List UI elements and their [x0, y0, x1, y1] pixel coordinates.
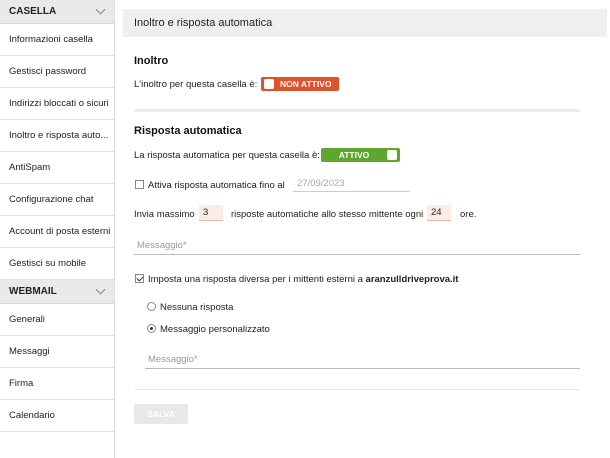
sidebar-item-calendario[interactable]: Calendario: [0, 400, 114, 432]
sidebar-item-generali[interactable]: Generali: [0, 304, 114, 336]
custom-message-label: Messaggio personalizzato: [160, 324, 270, 335]
sidebar-item-inoltro-risposta[interactable]: Inoltro e risposta auto...: [0, 120, 114, 152]
external-senders-checkbox[interactable]: [135, 274, 144, 283]
section-webmail[interactable]: WEBMAIL: [0, 280, 114, 304]
max-replies-field[interactable]: 3: [199, 205, 223, 221]
sidebar-item-label: Informazioni casella: [9, 34, 93, 45]
sidebar-item-label: Account di posta esterni: [9, 226, 111, 237]
sidebar-item-gestisci-password[interactable]: Gestisci password: [0, 56, 114, 88]
sidebar-item-label: Inoltro e risposta auto...: [9, 130, 109, 141]
sidebar-item-label: Firma: [9, 378, 34, 389]
autoreply-until-date-field[interactable]: 27/09/2023: [293, 177, 410, 192]
message-placeholder: Messaggio*: [137, 240, 187, 251]
date-placeholder: 27/09/2023: [297, 178, 345, 189]
sidebar-item-label: Indirizzi bloccati o sicuri: [9, 98, 109, 109]
section-webmail-title: WEBMAIL: [9, 286, 57, 297]
autoreply-status-label: La risposta automatica per questa casell…: [134, 150, 320, 161]
radio-custom-message[interactable]: [147, 324, 156, 333]
forward-heading: Inoltro: [134, 55, 169, 67]
max-replies-value: 3: [203, 207, 209, 218]
external-senders-text: Imposta una risposta diversa per i mitte…: [148, 274, 363, 285]
hours-field[interactable]: 24: [427, 205, 451, 221]
sidebar-item-label: Gestisci password: [9, 66, 87, 77]
main-panel: Inoltro e risposta automatica Inoltro L'…: [123, 0, 610, 458]
sidebar: CASELLA Informazioni casella Gestisci pa…: [0, 0, 115, 458]
section-casella[interactable]: CASELLA: [0, 0, 114, 24]
external-senders-label: Imposta una risposta diversa per i mitte…: [148, 274, 458, 285]
save-button-label: SALVA: [147, 409, 175, 419]
chevron-down-icon[interactable]: [95, 4, 106, 15]
toggle-knob: [387, 150, 397, 160]
sidebar-item-firma[interactable]: Firma: [0, 368, 114, 400]
section-casella-title: CASELLA: [9, 6, 57, 17]
no-reply-label: Nessuna risposta: [160, 302, 234, 313]
page-title: Inoltro e risposta automatica: [134, 17, 273, 29]
sidebar-item-antispam[interactable]: AntiSpam: [0, 152, 114, 184]
autoreply-until-checkbox[interactable]: [135, 180, 144, 189]
save-button[interactable]: SALVA: [134, 404, 188, 424]
send-max-label: Invia massimo: [134, 209, 195, 220]
section-divider: [134, 109, 580, 112]
autoreply-toggle[interactable]: ATTIVO: [321, 148, 400, 162]
forward-status-label: L'inoltro per questa casella è:: [134, 79, 258, 90]
forward-toggle-label: NON ATTIVO: [280, 79, 332, 89]
sidebar-item-label: Calendario: [9, 410, 55, 421]
sidebar-item-configurazione-chat[interactable]: Configurazione chat: [0, 184, 114, 216]
autoreply-toggle-label: ATTIVO: [338, 150, 370, 160]
external-message-placeholder: Messaggio*: [148, 354, 198, 365]
sidebar-item-label: Configurazione chat: [9, 194, 94, 205]
autoreply-until-label: Attiva risposta automatica fino al: [148, 180, 285, 191]
chevron-down-icon[interactable]: [95, 284, 106, 295]
sidebar-item-gestisci-mobile[interactable]: Gestisci su mobile: [0, 248, 114, 280]
hours-label: ore.: [460, 209, 477, 220]
autoreply-heading: Risposta automatica: [134, 125, 242, 137]
external-message-field[interactable]: Messaggio*: [145, 354, 580, 369]
sidebar-item-label: Messaggi: [9, 346, 50, 357]
form-divider: [134, 389, 580, 390]
autoreply-message-field[interactable]: Messaggio*: [134, 240, 580, 255]
hours-value: 24: [431, 207, 442, 218]
external-domain: aranzulldriveprova.it: [365, 274, 459, 285]
sidebar-item-label: Generali: [9, 314, 45, 325]
sidebar-item-messaggi[interactable]: Messaggi: [0, 336, 114, 368]
sidebar-item-label: Gestisci su mobile: [9, 258, 87, 269]
sidebar-item-label: AntiSpam: [9, 162, 51, 173]
page-title-bar: Inoltro e risposta automatica: [123, 9, 607, 37]
sidebar-item-indirizzi-bloccati[interactable]: Indirizzi bloccati o sicuri: [0, 88, 114, 120]
radio-no-reply[interactable]: [147, 302, 156, 311]
sidebar-item-informazioni-casella[interactable]: Informazioni casella: [0, 24, 114, 56]
toggle-knob: [264, 79, 274, 89]
replies-per-sender-label: risposte automatiche allo stesso mittent…: [231, 209, 424, 220]
forward-toggle[interactable]: NON ATTIVO: [261, 77, 339, 91]
sidebar-item-account-posta-esterni[interactable]: Account di posta esterni: [0, 216, 114, 248]
